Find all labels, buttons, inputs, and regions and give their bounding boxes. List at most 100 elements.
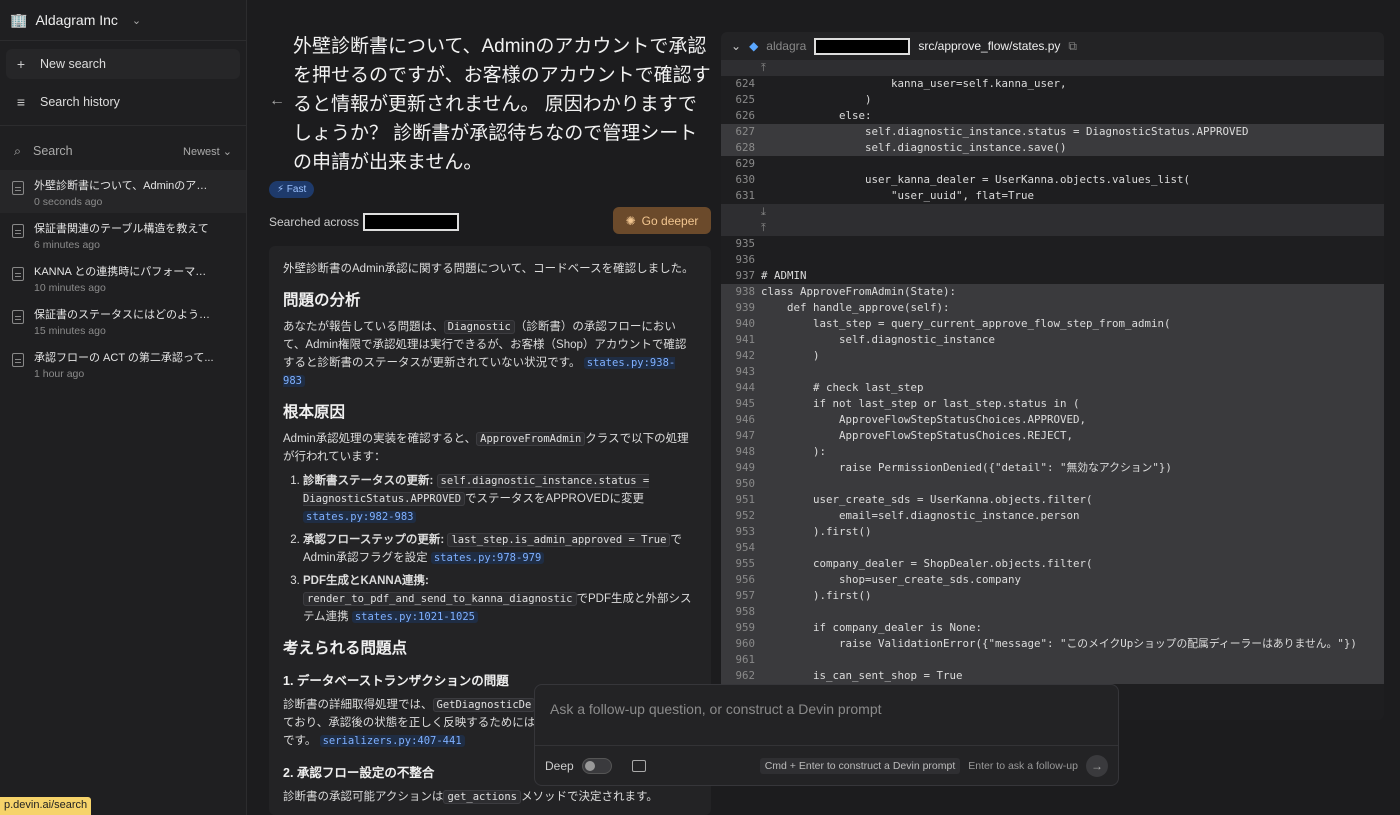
history-time: 1 hour ago	[34, 368, 85, 380]
code-reference-link[interactable]: states.py:978-979	[430, 552, 545, 564]
go-deeper-button[interactable]: ✺ Go deeper	[613, 207, 711, 234]
document-icon	[12, 267, 24, 281]
code-file-header: ⌄ ◆ aldagra src/approve_flow/states.py ⧉	[721, 32, 1384, 60]
code-line: 629	[721, 156, 1384, 172]
deep-toggle[interactable]	[581, 757, 612, 774]
org-name: Aldagram Inc	[35, 12, 118, 28]
code-line: 943	[721, 364, 1384, 380]
code-text: email=self.diagnostic_instance.person	[761, 509, 1080, 522]
document-icon	[12, 224, 24, 238]
code-text: ).first()	[761, 589, 872, 602]
line-number: 626	[735, 109, 755, 122]
line-number: 943	[735, 365, 755, 378]
followup-input[interactable]: Ask a follow-up question, or construct a…	[550, 701, 882, 717]
line-number: 948	[735, 445, 755, 458]
code-text: kanna_user=self.kanna_user,	[761, 77, 1067, 90]
code-line: 955 company_dealer = ShopDealer.objects.…	[721, 556, 1384, 572]
followup-box[interactable]: Ask a follow-up question, or construct a…	[534, 684, 1119, 786]
new-search-label: New search	[40, 57, 106, 71]
line-number: 940	[735, 317, 755, 330]
answer-intro: 外壁診断書のAdmin承認に関する問題について、コードベースを確認しました。	[283, 263, 694, 275]
code-text: last_step = query_current_approve_flow_s…	[761, 317, 1171, 330]
list-item[interactable]: 承認フローの ACT の第二承認って... 1 hour ago	[0, 342, 246, 385]
sidebar: 🏢 Aldagram Inc ⌄ + New search ≡ Search h…	[0, 0, 247, 815]
searched-across-label: Searched across	[269, 215, 360, 229]
text: 診断書の承認可能アクションは	[283, 791, 444, 803]
code-line: 942 )	[721, 348, 1384, 364]
sort-dropdown[interactable]: Newest ⌄	[183, 145, 232, 158]
code-text: )	[761, 93, 872, 106]
code-text[interactable]: ⤒	[761, 220, 766, 236]
brain-icon: ✺	[625, 213, 636, 228]
code-text[interactable]: ⤓	[761, 204, 766, 220]
bold-text: PDF生成とKANNA連携:	[303, 575, 429, 587]
list-item[interactable]: 保証書関連のテーブル構造を教えて 6 minutes ago	[0, 213, 246, 256]
search-history-label: Search history	[40, 95, 120, 109]
line-number: 962	[735, 669, 755, 682]
code-line: 961	[721, 652, 1384, 668]
list-item[interactable]: 保証書のステータスにはどのような... 15 minutes ago	[0, 299, 246, 342]
line-number: 935	[735, 237, 755, 250]
code-text: raise PermissionDenied({"detail": "無効なアク…	[761, 461, 1172, 474]
code-viewer: ⌄ ◆ aldagra src/approve_flow/states.py ⧉…	[721, 32, 1384, 720]
code-line: ⤓	[721, 204, 1384, 220]
line-number: 959	[735, 621, 755, 634]
code-line: 625 )	[721, 92, 1384, 108]
history-time: 10 minutes ago	[34, 282, 106, 294]
question-title: 外壁診断書について、Adminのアカウントで承認を押せるのですが、お客様のアカウ…	[293, 36, 711, 173]
code-reference-link[interactable]: states.py:1021-1025	[351, 611, 478, 623]
chevron-down-icon[interactable]: ⌄	[731, 39, 741, 53]
back-arrow-icon[interactable]: ←	[269, 92, 285, 110]
code-reference-link[interactable]: serializers.py:407-441	[319, 735, 465, 747]
code-line: 628 self.diagnostic_instance.save()	[721, 140, 1384, 156]
code-line: 949 raise PermissionDenied({"detail": "無…	[721, 460, 1384, 476]
line-number: 950	[735, 477, 755, 490]
line-number	[721, 220, 761, 236]
code-text: ):	[761, 445, 827, 458]
new-search-button[interactable]: + New search	[6, 49, 240, 79]
list-item: PDF生成とKANNA連携: render_to_pdf_and_send_to…	[303, 572, 697, 626]
code-line: 939 def handle_approve(self):	[721, 300, 1384, 316]
line-number: 942	[735, 349, 755, 362]
code-line: 944 # check last_step	[721, 380, 1384, 396]
line-number: 627	[735, 125, 755, 138]
document-icon	[12, 181, 24, 195]
code-line: ⤒	[721, 60, 1384, 76]
code-text[interactable]: ⤒	[761, 60, 766, 76]
document-icon	[12, 353, 24, 367]
search-history-button[interactable]: ≡ Search history	[6, 87, 240, 117]
line-number: 944	[735, 381, 755, 394]
code-text: ApproveFlowStepStatusChoices.REJECT,	[761, 429, 1074, 442]
org-switcher[interactable]: 🏢 Aldagram Inc ⌄	[0, 0, 246, 40]
inline-code: last_step.is_admin_approved = True	[447, 533, 671, 547]
inline-code: GetDiagnosticDe	[432, 698, 536, 712]
deep-label: Deep	[545, 758, 574, 773]
copy-icon[interactable]: ⧉	[1068, 39, 1077, 54]
status-url-tooltip: p.devin.ai/search	[0, 797, 92, 815]
code-line: 936	[721, 252, 1384, 268]
cmd-enter-hint: Cmd + Enter to construct a Devin prompt	[759, 757, 961, 774]
code-reference-link[interactable]: states.py:982-983	[303, 511, 417, 523]
send-button[interactable]: →	[1086, 754, 1108, 777]
code-line: 630 user_kanna_dealer = UserKanna.object…	[721, 172, 1384, 188]
python-icon: ◆	[749, 39, 759, 53]
list-item[interactable]: KANNA との連携時にパフォーマン... 10 minutes ago	[0, 256, 246, 299]
history-search-input[interactable]: ⌕ Search Newest ⌄	[6, 136, 240, 166]
code-line: 956 shop=user_create_sds.company	[721, 572, 1384, 588]
image-icon[interactable]	[631, 759, 646, 772]
list-icon: ≡	[16, 94, 26, 110]
code-line: 946 ApproveFlowStepStatusChoices.APPROVE…	[721, 412, 1384, 428]
code-text: user_kanna_dealer = UserKanna.objects.va…	[761, 173, 1191, 186]
code-text: if company_dealer is None:	[761, 621, 983, 634]
line-number: 961	[735, 653, 755, 666]
code-line: 937 # ADMIN	[721, 268, 1384, 284]
search-icon: ⌕	[14, 143, 22, 158]
list-item[interactable]: 外壁診断書について、Adminのアカ... 0 seconds ago	[0, 170, 246, 213]
line-number: 628	[735, 141, 755, 154]
line-number: 956	[735, 573, 755, 586]
line-number: 955	[735, 557, 755, 570]
history-time: 0 seconds ago	[34, 196, 103, 208]
line-number: 952	[735, 509, 755, 522]
history-title: 承認フローの ACT の第二承認って...	[34, 352, 214, 364]
line-number: 936	[735, 253, 755, 266]
